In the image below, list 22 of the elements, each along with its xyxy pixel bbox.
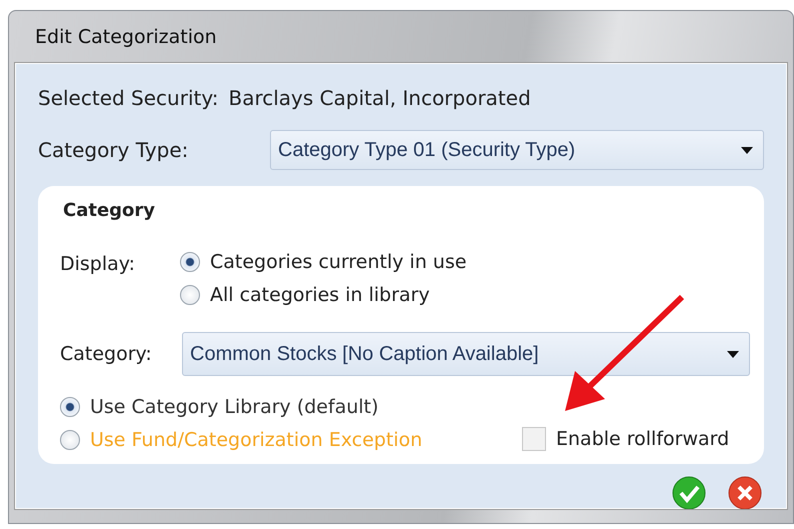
panel-title: Category	[63, 200, 156, 221]
radio-label[interactable]: Use Category Library (default)	[90, 396, 379, 418]
radio-button[interactable]	[60, 430, 80, 450]
field-label: Selected Security:	[38, 86, 218, 110]
radio-button[interactable]	[180, 252, 200, 272]
field-label: Display:	[60, 253, 136, 277]
radio-button[interactable]	[60, 397, 80, 417]
radio-label[interactable]: All categories in library	[210, 284, 430, 306]
window-title: Edit Categorization	[35, 26, 217, 48]
ok-button[interactable]	[672, 476, 706, 510]
radio-button[interactable]	[180, 285, 200, 305]
field-label: Category:	[60, 343, 153, 365]
cancel-button[interactable]	[728, 476, 762, 510]
category-dropdown[interactable]: Common Stocks [No Caption Available]	[182, 332, 750, 376]
caret-icon	[741, 146, 753, 154]
radio-label[interactable]: Categories currently in use	[210, 251, 467, 273]
caret-icon	[727, 350, 739, 358]
field-label: Category Type:	[38, 138, 190, 162]
checkbox-label[interactable]: Enable rollforward	[556, 428, 730, 450]
checkbox[interactable]	[522, 427, 546, 451]
category-type-dropdown[interactable]: Category Type 01 (Security Type)	[270, 130, 764, 170]
security-name: Barclays Capital, Incorporated	[228, 86, 531, 110]
